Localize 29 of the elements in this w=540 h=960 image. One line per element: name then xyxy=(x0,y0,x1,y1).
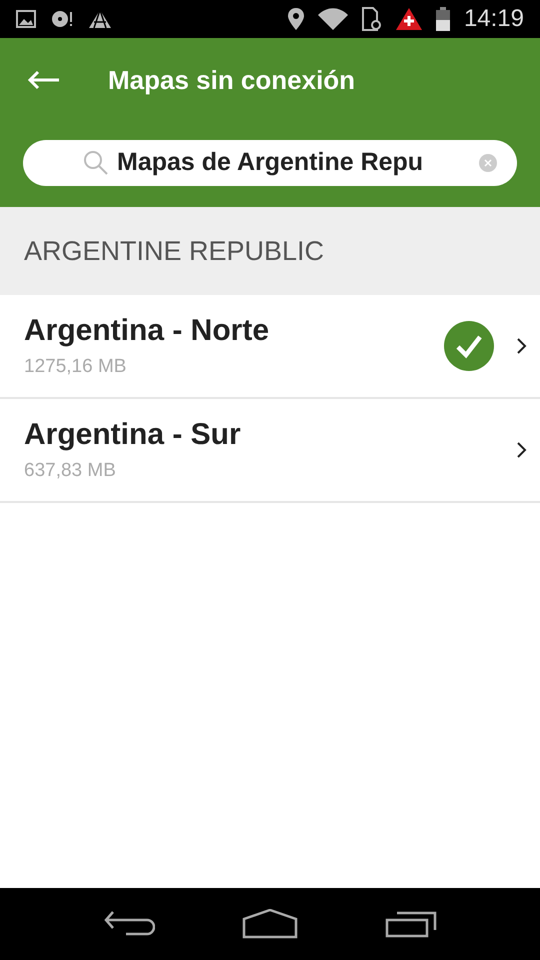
map-row[interactable]: Argentina - Sur 637,83 MB xyxy=(0,399,540,503)
sim-card-icon xyxy=(362,7,382,31)
search-field[interactable]: Mapas de Argentine Repu xyxy=(23,140,517,186)
search-value: Mapas de Argentine Repu xyxy=(117,147,424,178)
chevron-icon xyxy=(516,337,528,355)
map-row[interactable]: Argentina - Norte 1275,16 MB xyxy=(0,295,540,399)
image-icon xyxy=(16,10,36,28)
map-size: 637,83 MB xyxy=(24,458,117,483)
clock: 14:19 xyxy=(464,4,524,34)
location-icon xyxy=(288,8,304,30)
map-size: 1275,16 MB xyxy=(24,354,128,379)
wifi-icon xyxy=(318,8,348,30)
disc-icon xyxy=(50,9,74,29)
home-button[interactable] xyxy=(242,909,298,939)
recent-apps-button[interactable] xyxy=(384,910,437,938)
back-nav-button[interactable] xyxy=(103,910,156,938)
house-outline-icon xyxy=(242,909,298,939)
warning-icon xyxy=(396,8,422,30)
triangle-icon xyxy=(88,9,112,29)
map-name: Argentina - Norte xyxy=(24,312,270,349)
map-name: Argentina - Sur xyxy=(24,416,242,453)
battery-icon xyxy=(436,7,450,31)
screen-title: Mapas sin conexión xyxy=(108,64,356,96)
stacked-windows-icon xyxy=(384,910,437,938)
return-arrow-icon xyxy=(103,910,156,938)
section-title: ARGENTINE REPUBLIC xyxy=(24,234,324,268)
search-icon xyxy=(83,150,109,176)
chevron-icon xyxy=(516,441,528,459)
left-arrow-icon xyxy=(27,70,61,90)
